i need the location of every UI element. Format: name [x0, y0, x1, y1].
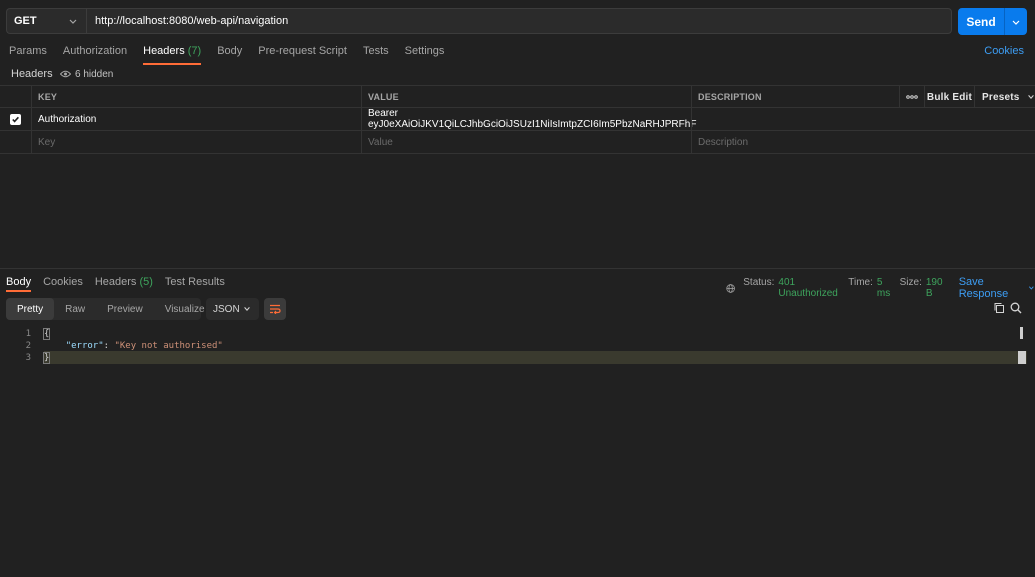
- wrap-text-icon: [270, 304, 281, 314]
- json-key: "error": [65, 341, 104, 351]
- tab-tests[interactable]: Tests: [363, 45, 389, 65]
- line-number: 2: [25, 341, 31, 351]
- column-description: DESCRIPTION: [691, 86, 899, 108]
- copy-icon[interactable]: [993, 302, 1005, 314]
- tab-response-headers[interactable]: Headers (5): [95, 276, 153, 292]
- new-key-input[interactable]: Key: [31, 131, 361, 153]
- scrollbar-marker[interactable]: [1020, 327, 1023, 339]
- line-number: 1: [25, 329, 31, 339]
- header-key-cell[interactable]: Authorization: [31, 108, 361, 130]
- format-raw-button[interactable]: Raw: [54, 298, 96, 320]
- tab-params[interactable]: Params: [9, 45, 47, 65]
- close-brace: }: [42, 352, 51, 364]
- format-pretty-button[interactable]: Pretty: [6, 298, 55, 320]
- scrollbar-cursor-marker: [1018, 351, 1026, 364]
- tab-body[interactable]: Body: [217, 45, 242, 65]
- size-value: 190 B: [925, 277, 943, 299]
- json-colon: :: [103, 341, 115, 351]
- check-icon: [12, 116, 19, 123]
- table-header-row: KEY VALUE DESCRIPTION Bulk Edit Presets: [0, 85, 1035, 108]
- send-button[interactable]: Send: [958, 8, 1027, 35]
- tab-response-cookies[interactable]: Cookies: [43, 276, 83, 292]
- time-value: 5 ms: [876, 277, 891, 299]
- request-tabs: Params Authorization Headers (7) Body Pr…: [9, 45, 460, 65]
- table-row-new: Key Value Description: [0, 131, 1035, 154]
- status-code: 401 Unauthorized: [778, 277, 838, 299]
- column-options-button[interactable]: [899, 86, 924, 108]
- column-key: KEY: [31, 86, 361, 108]
- json-value: "Key not authorised": [114, 341, 223, 351]
- tab-headers[interactable]: Headers (7): [143, 45, 202, 65]
- more-horizontal-icon: [906, 95, 918, 99]
- tab-test-results[interactable]: Test Results: [165, 276, 225, 292]
- presets-button[interactable]: Presets: [974, 86, 1035, 108]
- body-format-group: Pretty Raw Preview Visualize: [6, 298, 205, 320]
- status-info[interactable]: Status: 401 Unauthorized: [743, 277, 839, 299]
- method-label: GET: [14, 15, 37, 27]
- chevron-down-icon: [1027, 95, 1034, 99]
- send-label: Send: [966, 14, 996, 29]
- tab-response-body[interactable]: Body: [6, 276, 32, 292]
- url-text: http://localhost:8080/web-api/navigation: [95, 15, 289, 27]
- row-enabled-checkbox[interactable]: [10, 113, 21, 125]
- pane-divider[interactable]: [0, 268, 1035, 269]
- method-select[interactable]: GET: [6, 8, 86, 34]
- bulk-edit-button[interactable]: Bulk Edit: [924, 86, 974, 108]
- response-tabs: Body Cookies Headers (5) Test Results: [6, 276, 237, 292]
- chevron-down-icon: [244, 307, 250, 311]
- eye-icon: [60, 70, 71, 78]
- cookies-link[interactable]: Cookies: [984, 45, 1024, 57]
- header-value-cell[interactable]: Bearer eyJ0eXAiOiJKV1QiLCJhbGciOiJSUzI1N…: [361, 108, 696, 130]
- headers-section-title: Headers: [11, 68, 53, 80]
- save-response-button[interactable]: Save Response: [959, 276, 1035, 300]
- tab-authorization[interactable]: Authorization: [63, 45, 127, 65]
- size-info[interactable]: Size: 190 B: [900, 277, 944, 299]
- new-value-input[interactable]: Value: [361, 131, 691, 153]
- new-description-input[interactable]: Description: [691, 131, 899, 153]
- line-number: 3: [25, 353, 31, 363]
- table-row: Authorization Bearer eyJ0eXAiOiJKV1QiLCJ…: [0, 108, 1035, 131]
- header-description-cell[interactable]: [691, 108, 899, 130]
- wrap-lines-button[interactable]: [264, 298, 286, 320]
- globe-icon[interactable]: [726, 283, 735, 294]
- tab-settings[interactable]: Settings: [405, 45, 445, 65]
- time-info[interactable]: Time: 5 ms: [848, 277, 890, 299]
- url-input[interactable]: http://localhost:8080/web-api/navigation: [86, 8, 952, 34]
- headers-count: (7): [187, 45, 202, 57]
- tab-pre-request-script[interactable]: Pre-request Script: [258, 45, 347, 65]
- chevron-down-icon: [1029, 286, 1034, 290]
- toggle-hidden-headers[interactable]: 6 hidden: [56, 66, 117, 82]
- response-status-bar: Status: 401 Unauthorized Time: 5 ms Size: 1…: [726, 276, 1035, 300]
- chevron-down-icon: [1012, 20, 1020, 25]
- language-select[interactable]: JSON: [206, 298, 259, 320]
- column-value: VALUE: [361, 86, 691, 108]
- chevron-down-icon: [69, 19, 77, 24]
- search-icon[interactable]: [1010, 302, 1022, 314]
- send-options-button[interactable]: [1005, 17, 1027, 27]
- open-brace: {: [42, 328, 51, 340]
- format-preview-button[interactable]: Preview: [96, 298, 154, 320]
- response-headers-count: (5): [139, 276, 153, 288]
- hidden-count: 6 hidden: [75, 68, 114, 80]
